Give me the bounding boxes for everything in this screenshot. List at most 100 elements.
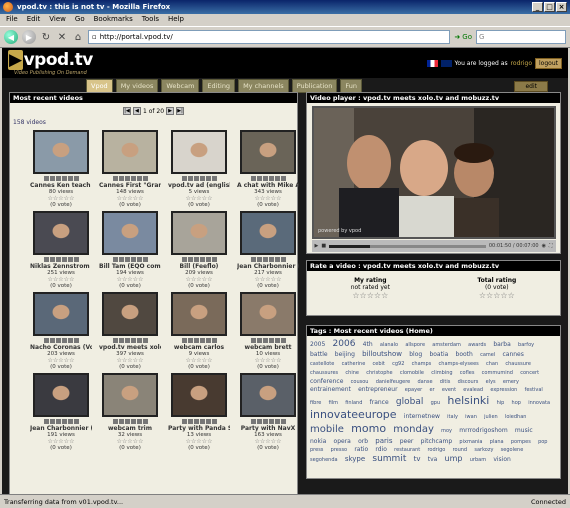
play-icon[interactable]: ▶ xyxy=(315,243,319,249)
tag-link[interactable]: pop xyxy=(538,439,547,445)
tag-icon[interactable] xyxy=(61,257,67,262)
tag-link[interactable]: climbing xyxy=(431,370,452,376)
tag-link[interactable]: castellote xyxy=(310,361,334,367)
progress-bar[interactable] xyxy=(329,244,486,248)
tag-link[interactable]: summit xyxy=(372,454,406,464)
delete-icon[interactable] xyxy=(136,257,142,262)
menu-help[interactable]: Help xyxy=(168,15,184,25)
tag-link[interactable]: chaussures xyxy=(310,370,338,376)
delete-icon[interactable] xyxy=(274,338,280,343)
info-icon[interactable] xyxy=(250,176,256,181)
tag-link[interactable]: ditis xyxy=(440,379,451,385)
share-icon[interactable] xyxy=(262,257,268,262)
share-icon[interactable] xyxy=(262,176,268,181)
edit-icon[interactable] xyxy=(256,257,262,262)
video-item[interactable]: Niklas Zennstrom reco251 views☆☆☆☆☆(0 vo… xyxy=(30,211,92,289)
delete-icon[interactable] xyxy=(136,176,142,181)
tag-icon[interactable] xyxy=(268,257,274,262)
tag-link[interactable]: hip xyxy=(497,400,505,406)
tag-link[interactable]: cebit xyxy=(373,361,385,367)
info-icon[interactable] xyxy=(181,176,187,181)
delete-icon[interactable] xyxy=(67,419,73,424)
tag-link[interactable]: christophe xyxy=(366,370,392,376)
tag-link[interactable]: rdio xyxy=(375,446,387,453)
tag-link[interactable]: 2006 xyxy=(333,339,356,349)
info-icon[interactable] xyxy=(181,338,187,343)
tag-icon[interactable] xyxy=(61,419,67,424)
link-icon[interactable] xyxy=(73,257,79,262)
tag-link[interactable]: elys xyxy=(486,379,496,385)
link-icon[interactable] xyxy=(211,419,217,424)
tag-link[interactable]: entrainement xyxy=(310,386,351,393)
info-icon[interactable] xyxy=(112,338,118,343)
tag-link[interactable]: emery xyxy=(503,379,519,385)
tag-link[interactable]: ump xyxy=(445,454,463,463)
tag-link[interactable]: cofles xyxy=(460,370,475,376)
tag-link[interactable]: concert xyxy=(520,370,539,376)
video-title[interactable]: Niklas Zennstrom reco xyxy=(30,263,92,270)
info-icon[interactable] xyxy=(250,257,256,262)
share-icon[interactable] xyxy=(55,419,61,424)
video-item[interactable]: Party with NavX 163 views ☆☆☆☆☆ (0 vote) xyxy=(237,373,299,451)
tag-link[interactable]: epayer xyxy=(405,387,422,393)
tag-icon[interactable] xyxy=(130,419,136,424)
video-title[interactable]: Cannes First "Grand J xyxy=(99,182,161,189)
video-title[interactable]: Party with NavX xyxy=(237,425,299,432)
close-icon[interactable]: × xyxy=(556,2,567,12)
tag-link[interactable]: 4th xyxy=(363,341,373,348)
link-icon[interactable] xyxy=(211,176,217,181)
tag-link[interactable]: boatia xyxy=(429,351,448,358)
tag-link[interactable]: moy xyxy=(441,428,452,434)
info-icon[interactable] xyxy=(43,419,49,424)
video-thumbnail[interactable] xyxy=(33,373,89,417)
video-thumbnail[interactable] xyxy=(102,211,158,255)
tag-link[interactable]: iwan xyxy=(465,414,477,420)
link-icon[interactable] xyxy=(142,257,148,262)
edit-icon[interactable] xyxy=(187,257,193,262)
video-thumbnail[interactable] xyxy=(240,373,296,417)
video-item[interactable]: webcam carlos 9 views ☆☆☆☆☆ (0 vote) xyxy=(168,292,230,370)
tag-icon[interactable] xyxy=(268,176,274,181)
tag-link[interactable]: urbam xyxy=(470,457,486,463)
tag-link[interactable]: cousou xyxy=(351,379,369,385)
tag-link[interactable]: pitchcamp xyxy=(421,438,453,445)
video-item[interactable]: Cannes First "Grand J148 views☆☆☆☆☆(0 vo… xyxy=(99,130,161,208)
tag-link[interactable]: orb xyxy=(358,438,368,445)
delete-icon[interactable] xyxy=(136,338,142,343)
reload-icon[interactable]: ↻ xyxy=(40,31,52,43)
tag-link[interactable]: opera xyxy=(334,438,351,445)
share-icon[interactable] xyxy=(193,338,199,343)
video-item[interactable]: Nacho Coronas (Voxp203 views☆☆☆☆☆(0 vote… xyxy=(30,292,92,370)
link-icon[interactable] xyxy=(280,176,286,181)
video-thumbnail[interactable] xyxy=(102,130,158,174)
tag-link[interactable]: global xyxy=(396,397,423,407)
tag-link[interactable]: billoutshow xyxy=(362,350,402,358)
video-title[interactable]: A chat with Mike Arrin xyxy=(237,182,299,189)
tag-link[interactable]: discours xyxy=(458,379,479,385)
share-icon[interactable] xyxy=(55,338,61,343)
tag-link[interactable]: clomobile xyxy=(400,370,424,376)
tag-link[interactable]: vision xyxy=(493,456,510,463)
video-item[interactable]: Jean Charbonnier (Ne217 views☆☆☆☆☆(0 vot… xyxy=(237,211,299,289)
info-icon[interactable] xyxy=(181,419,187,424)
edit-icon[interactable] xyxy=(118,176,124,181)
share-icon[interactable] xyxy=(124,257,130,262)
link-icon[interactable] xyxy=(211,257,217,262)
tag-icon[interactable] xyxy=(61,338,67,343)
tag-link[interactable]: paris xyxy=(375,437,392,445)
delete-icon[interactable] xyxy=(274,257,280,262)
link-icon[interactable] xyxy=(211,338,217,343)
tag-link[interactable]: chan xyxy=(486,361,498,367)
link-icon[interactable] xyxy=(280,338,286,343)
menu-tools[interactable]: Tools xyxy=(142,15,159,25)
tag-link[interactable]: 2005 xyxy=(310,341,325,348)
video-title[interactable]: vpod.tv ad (english) xyxy=(168,182,230,189)
first-page-icon[interactable]: |◀ xyxy=(122,107,131,115)
tag-icon[interactable] xyxy=(199,257,205,262)
tab-my-videos[interactable]: My videos xyxy=(115,79,159,93)
tag-link[interactable]: mrrrodrigoshom xyxy=(459,427,507,434)
tag-link[interactable]: expression xyxy=(490,387,517,393)
tag-link[interactable]: barba xyxy=(493,341,510,348)
edit-icon[interactable] xyxy=(49,176,55,181)
stop-icon[interactable]: ✕ xyxy=(56,31,68,43)
